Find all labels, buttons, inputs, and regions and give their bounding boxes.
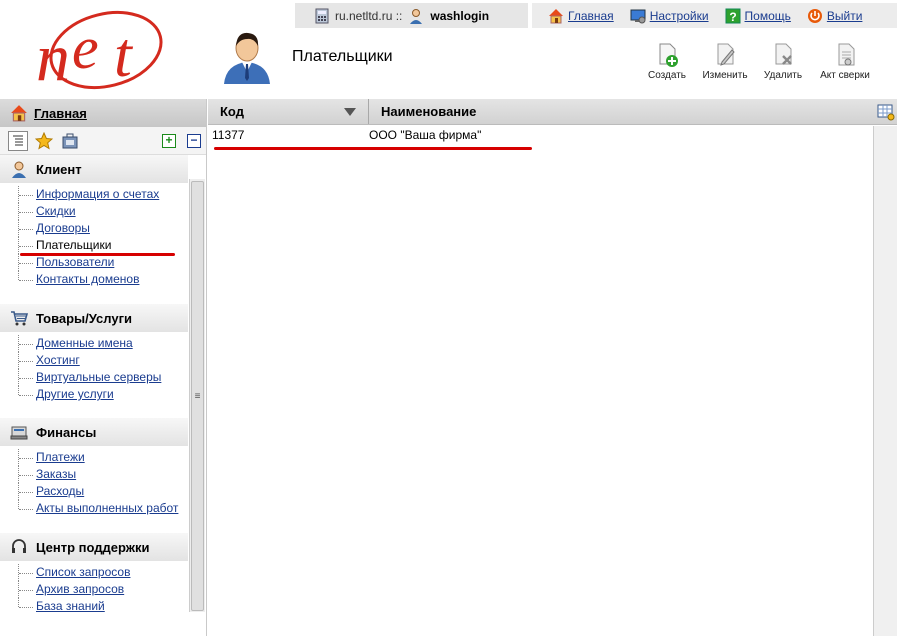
section-header[interactable]: Клиент (0, 155, 188, 183)
svg-text:t: t (114, 19, 134, 90)
cell-name: ООО "Ваша фирма" (369, 128, 482, 142)
top-link-settings[interactable]: Настройки (630, 8, 709, 24)
sidebar: Главная + − ≡ Клиент Информация о счетах… (0, 99, 207, 636)
help-icon: ? (725, 8, 741, 24)
home-icon (549, 8, 563, 23)
svg-text:?: ? (729, 10, 736, 24)
list-tree-icon (13, 135, 23, 145)
settings-monitor-icon (630, 9, 646, 23)
collapse-all-button[interactable]: − (187, 134, 201, 148)
star-icon (35, 131, 53, 150)
server-bar: ru.netltd.ru :: washlogin (295, 3, 528, 28)
sidebar-scroll-thumb[interactable]: ≡ (191, 181, 204, 611)
briefcase-button[interactable] (60, 131, 80, 151)
expand-all-button[interactable]: + (162, 134, 176, 148)
cell-code: 11377 (212, 128, 245, 142)
grid-scrollbar[interactable] (873, 126, 897, 636)
top-link-logout[interactable]: Выйти (807, 8, 862, 24)
sidebar-item-hosting[interactable]: Хостинг (18, 352, 188, 369)
svg-text:e: e (72, 15, 99, 81)
user-icon (410, 8, 423, 24)
grid-header: Код Наименование (208, 99, 897, 125)
section-header[interactable]: Товары/Услуги (0, 304, 188, 332)
section-support: Центр поддержки Список запросов Архив за… (0, 533, 188, 615)
sidebar-item-domain-contacts[interactable]: Контакты доменов (18, 271, 188, 288)
server-name: ru.netltd.ru :: (335, 8, 403, 23)
sidebar-tools: + − (0, 127, 206, 155)
sidebar-item-domains[interactable]: Доменные имена (18, 335, 188, 352)
finance-icon (10, 426, 28, 440)
briefcase-icon (62, 133, 78, 148)
calculator-icon (315, 8, 329, 23)
create-button[interactable]: Создать (638, 42, 696, 81)
top-link-home[interactable]: Главная (548, 8, 614, 24)
row-highlight-underline (214, 147, 532, 150)
section-header[interactable]: Центр поддержки (0, 533, 188, 561)
tree-view-button[interactable] (8, 130, 28, 151)
column-header-name[interactable]: Наименование (369, 99, 897, 124)
power-icon (807, 8, 822, 23)
delete-button[interactable]: Удалить (754, 42, 812, 81)
sidebar-scrollbar[interactable]: ≡ (189, 179, 205, 612)
delete-document-icon (775, 43, 792, 65)
payer-avatar-icon (218, 28, 276, 84)
reconcile-act-button[interactable]: Акт сверки (812, 42, 878, 81)
page-title: Плательщики (292, 48, 393, 65)
top-nav: Главная Настройки ? Помощь Выйти (532, 3, 897, 28)
edit-document-icon (717, 43, 735, 66)
sidebar-item-users[interactable]: Пользователи (18, 254, 188, 271)
report-document-icon (838, 43, 855, 66)
svg-text:n: n (36, 19, 70, 95)
sidebar-item-requests[interactable]: Список запросов (18, 564, 188, 581)
sidebar-item-knowledge-base[interactable]: База знаний (18, 598, 188, 615)
login-name: washlogin (430, 8, 490, 23)
highlight-underline (20, 253, 175, 256)
sort-down-icon[interactable] (344, 107, 356, 116)
sidebar-item-expenses[interactable]: Расходы (18, 483, 188, 500)
sidebar-item-other-services[interactable]: Другие услуги (18, 386, 188, 403)
client-icon (12, 161, 26, 178)
sidebar-home[interactable]: Главная (0, 99, 206, 127)
net-logo: n e t (28, 6, 178, 96)
sidebar-item-vps[interactable]: Виртуальные серверы (18, 369, 188, 386)
sidebar-item-request-archive[interactable]: Архив запросов (18, 581, 188, 598)
toolbar: Создать Изменить Удалить Акт сверки (638, 42, 878, 81)
sidebar-item-acts[interactable]: Акты выполненных работ (18, 500, 188, 517)
new-document-icon (659, 43, 678, 67)
favorites-button[interactable] (34, 131, 54, 151)
sidebar-item-orders[interactable]: Заказы (18, 466, 188, 483)
grid-settings-icon[interactable] (877, 103, 895, 121)
section-header[interactable]: Финансы (0, 418, 188, 446)
table-row[interactable]: 11377 ООО "Ваша фирма" (208, 128, 873, 148)
sidebar-item-payers[interactable]: Плательщики (18, 237, 188, 254)
section-products: Товары/Услуги Доменные имена Хостинг Вир… (0, 304, 188, 403)
headset-icon (12, 539, 26, 553)
sidebar-item-discounts[interactable]: Скидки (18, 203, 188, 220)
section-finance: Финансы Платежи Заказы Расходы Акты выпо… (0, 418, 188, 517)
edit-button[interactable]: Изменить (696, 42, 754, 81)
top-link-help[interactable]: ? Помощь (725, 8, 791, 24)
cart-icon (11, 311, 28, 326)
sidebar-item-contracts[interactable]: Договоры (18, 220, 188, 237)
section-client: Клиент Информация о счетах Скидки Догово… (0, 155, 188, 288)
sidebar-item-accounts[interactable]: Информация о счетах (18, 186, 188, 203)
column-header-code[interactable]: Код (208, 99, 369, 124)
home-icon (11, 105, 27, 122)
sidebar-item-payments[interactable]: Платежи (18, 449, 188, 466)
